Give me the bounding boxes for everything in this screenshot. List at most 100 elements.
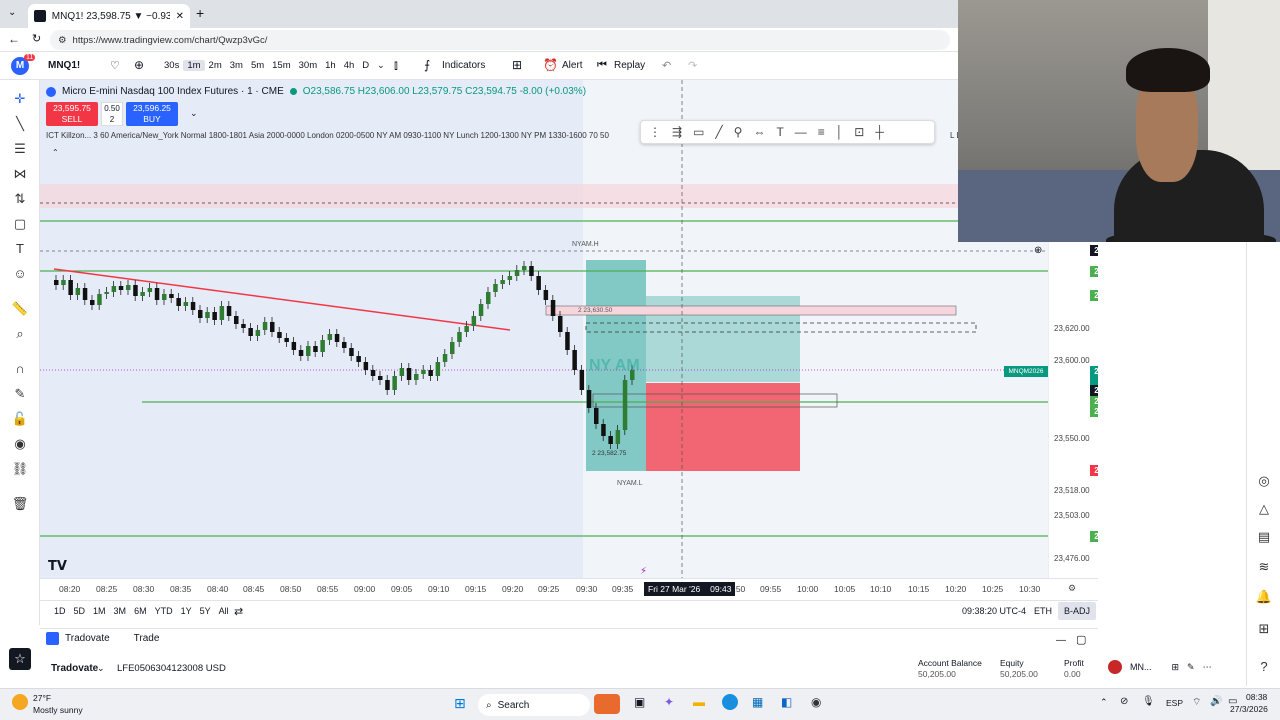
broadcast-icon[interactable]: ≋	[1253, 556, 1275, 578]
range-0[interactable]: 1D	[50, 606, 70, 616]
horizontal-line-icon[interactable]: —	[795, 125, 807, 139]
collapse-legend-icon[interactable]: ⌃	[52, 148, 59, 157]
alert-button[interactable]: Alert	[562, 60, 583, 71]
interval-0[interactable]: 30s	[160, 60, 183, 71]
range-8[interactable]: All	[215, 606, 233, 616]
chart-type-icon[interactable]: ⫾	[394, 58, 398, 73]
wifi-icon[interactable]: ⌔	[1192, 696, 1201, 709]
redo-icon[interactable]: ↷	[688, 59, 697, 72]
interval-dropdown-icon[interactable]: ⌄	[373, 60, 389, 71]
line-tool-icon[interactable]: ╱	[715, 125, 722, 139]
sell-button[interactable]: 23,595.75 SELL	[46, 102, 98, 126]
indicator-legend[interactable]: ICT Killzon... 3 60 America/New_York Nor…	[46, 131, 646, 140]
volume-icon[interactable]: 🔊	[1210, 696, 1222, 707]
tray-chevron-icon[interactable]: ⌃	[1100, 697, 1108, 708]
maximize-panel-icon[interactable]: ▢	[1076, 633, 1086, 646]
layout-icon[interactable]: ⊞	[512, 58, 522, 72]
interval-2[interactable]: 2m	[205, 60, 226, 71]
range-1[interactable]: 5D	[70, 606, 90, 616]
clock-time[interactable]: 08:38	[1246, 692, 1267, 702]
magnet-icon[interactable]: ∩	[9, 358, 31, 380]
eye-icon[interactable]: ◉	[9, 433, 31, 455]
windows-start-icon[interactable]: ⊞	[454, 695, 466, 712]
calendar-icon[interactable]: ▤	[1253, 526, 1275, 548]
app-icon[interactable]: ◉	[811, 695, 821, 709]
taskbar-search[interactable]: ⌕ Search	[478, 694, 590, 716]
lightning-icon[interactable]: ⚡	[640, 566, 647, 577]
adjustment-toggle[interactable]: B-ADJ	[1058, 602, 1096, 620]
range-7[interactable]: 5Y	[196, 606, 215, 616]
store-icon[interactable]: ▦	[752, 695, 763, 709]
interval-6[interactable]: 30m	[295, 60, 321, 71]
widget-image-icon[interactable]	[594, 694, 620, 714]
interval-8[interactable]: 4h	[340, 60, 359, 71]
range-5[interactable]: YTD	[151, 606, 177, 616]
minimize-panel-icon[interactable]: —	[1056, 635, 1066, 646]
heart-icon[interactable]: ♡	[110, 59, 120, 72]
tab-list-icon[interactable]: ⌄	[8, 7, 16, 18]
crosshair-icon[interactable]: ✛	[9, 88, 31, 110]
quantity-box[interactable]: 0.50 2	[101, 102, 123, 126]
ideas-icon[interactable]: △	[1253, 498, 1275, 520]
interval-5[interactable]: 15m	[268, 60, 294, 71]
clock-text[interactable]: 09:38:20 UTC-4	[962, 606, 1026, 616]
broker-selector[interactable]: Tradovate	[51, 663, 98, 674]
path-icon[interactable]: ⚲	[734, 125, 743, 139]
lock-drawing-icon[interactable]: ✎	[9, 383, 31, 405]
indicators-icon[interactable]: ⨍	[424, 58, 430, 72]
broker-dropdown-icon[interactable]: ⌄	[97, 663, 105, 674]
layout-lines-icon[interactable]: ⇶	[672, 125, 682, 139]
interval-7[interactable]: 1h	[321, 60, 340, 71]
favorites-star-icon[interactable]: ☆	[9, 648, 31, 670]
undo-icon[interactable]: ↶	[662, 59, 671, 72]
edge-browser-icon[interactable]	[722, 694, 738, 710]
account-selector[interactable]: LFE0506304123008 USD	[117, 663, 226, 674]
text-icon[interactable]: T	[9, 238, 31, 260]
tab-tradovate[interactable]: Tradovate	[65, 633, 110, 644]
outlook-icon[interactable]: ◧	[781, 695, 792, 709]
range-2[interactable]: 1M	[89, 606, 110, 616]
browser-tab[interactable]: MNQ1! 23,598.75 ▼ −0.93% Unna ✕	[28, 4, 190, 28]
shape-icon[interactable]: ▢	[9, 213, 31, 235]
text-tool-icon[interactable]: T	[776, 125, 783, 139]
trash-icon[interactable]: 🗑	[9, 493, 31, 515]
network-off-icon[interactable]: ⊘	[1120, 696, 1128, 707]
interval-1[interactable]: 1m	[183, 60, 205, 71]
position-icon[interactable]: ⇔	[753, 125, 765, 139]
notifications-icon[interactable]: 🔔	[1253, 586, 1275, 608]
vertical-line-icon[interactable]: │	[836, 125, 844, 139]
edit-icon[interactable]: ✎	[1187, 662, 1195, 673]
side-symbol[interactable]: MN...	[1130, 662, 1152, 672]
trendline-icon[interactable]: ╲	[9, 113, 31, 135]
fib-icon[interactable]: ☰	[9, 138, 31, 160]
layout-toggle-icon[interactable]: ⊞	[1172, 662, 1180, 673]
session-toggle[interactable]: ETH	[1034, 606, 1052, 616]
legend-title[interactable]: Micro E-mini Nasdaq 100 Index Futures · …	[62, 86, 284, 97]
site-info-icon[interactable]: ⚙	[58, 35, 67, 46]
language-indicator[interactable]: ESP	[1166, 698, 1183, 708]
more-icon[interactable]: ⋯	[1203, 662, 1212, 673]
mic-icon[interactable]: 🎙	[1142, 696, 1155, 707]
add-alert-icon[interactable]: ⊕	[1034, 245, 1042, 256]
apps-grid-icon[interactable]: ⊞	[1253, 618, 1275, 640]
symbol-search[interactable]: MNQ1!	[48, 60, 80, 71]
help-icon[interactable]: ?	[1253, 656, 1275, 678]
emoji-icon[interactable]: ☺	[9, 263, 31, 285]
axis-settings-icon[interactable]: ⚙	[1068, 583, 1076, 594]
task-view-icon[interactable]: ▣	[634, 695, 645, 709]
file-explorer-icon[interactable]: ▬	[693, 695, 705, 709]
interval-9[interactable]: D	[358, 60, 373, 71]
replay-button[interactable]: Replay	[614, 60, 645, 71]
interval-3[interactable]: 3m	[226, 60, 247, 71]
price-chart[interactable]	[40, 80, 1098, 578]
frame-icon[interactable]: ⊡	[854, 125, 864, 139]
close-tab-icon[interactable]: ✕	[176, 11, 184, 22]
forecast-icon[interactable]: ⇅	[9, 188, 31, 210]
compare-add-icon[interactable]: ⊕	[134, 58, 144, 72]
lock-icon[interactable]: 🔓	[9, 408, 31, 430]
target-icon[interactable]: ◎	[1253, 470, 1275, 492]
pattern-icon[interactable]: ⋈	[9, 163, 31, 185]
expand-order-icon[interactable]: ⌄	[190, 108, 198, 119]
new-tab-button[interactable]: +	[196, 5, 204, 21]
zoom-icon[interactable]: ⌕	[9, 323, 31, 345]
